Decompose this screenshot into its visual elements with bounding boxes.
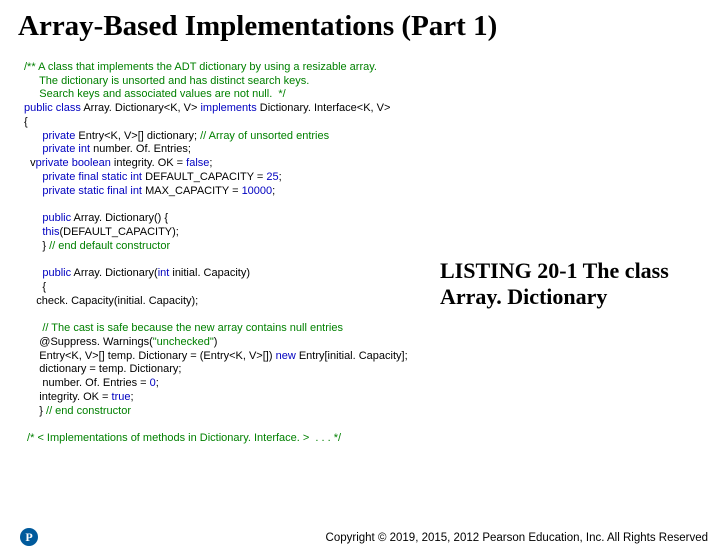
code-line: vprivate boolean integrity. OK = false; [24,157,212,169]
listing-caption-line2: Array. Dictionary [440,284,700,310]
code-line: this(DEFAULT_CAPACITY); [24,226,179,238]
slide-title: Array-Based Implementations (Part 1) [18,10,720,43]
code-line: private Entry<K, V>[] dictionary; // Arr… [24,130,329,142]
code-line: private int number. Of. Entries; [24,143,191,155]
code-line: number. Of. Entries = 0; [24,377,159,389]
code-line: { [24,116,28,128]
code-listing: /** A class that implements the ADT dict… [24,47,720,446]
code-line: } // end default constructor [24,240,170,252]
comment-line: Search keys and associated values are no… [24,88,286,100]
code-line: public class Array. Dictionary<K, V> imp… [24,102,390,114]
code-line: check. Capacity(initial. Capacity); [24,295,198,307]
comment-line: /* < Implementations of methods in Dicti… [24,432,341,444]
code-line: dictionary = temp. Dictionary; [24,363,181,375]
code-line: { [24,281,46,293]
comment-line: /** A class that implements the ADT dict… [24,61,377,73]
code-line: } // end constructor [24,405,131,417]
code-line: Entry<K, V>[] temp. Dictionary = (Entry<… [24,350,408,362]
code-line: public Array. Dictionary() { [24,212,168,224]
comment-line: // The cast is safe because the new arra… [24,322,343,334]
copyright-footer: Copyright © 2019, 2015, 2012 Pearson Edu… [326,532,708,544]
listing-caption-line1: LISTING 20-1 The class [440,258,700,284]
code-line: integrity. OK = true; [24,391,134,403]
code-line: public Array. Dictionary(int initial. Ca… [24,267,250,279]
code-line: private static final int MAX_CAPACITY = … [24,185,275,197]
listing-caption: LISTING 20-1 The class Array. Dictionary [440,258,700,311]
comment-line: The dictionary is unsorted and has disti… [24,75,309,87]
code-line: private final static int DEFAULT_CAPACIT… [24,171,282,183]
pearson-logo-icon: P [20,528,38,546]
code-line: @Suppress. Warnings("unchecked") [24,336,217,348]
